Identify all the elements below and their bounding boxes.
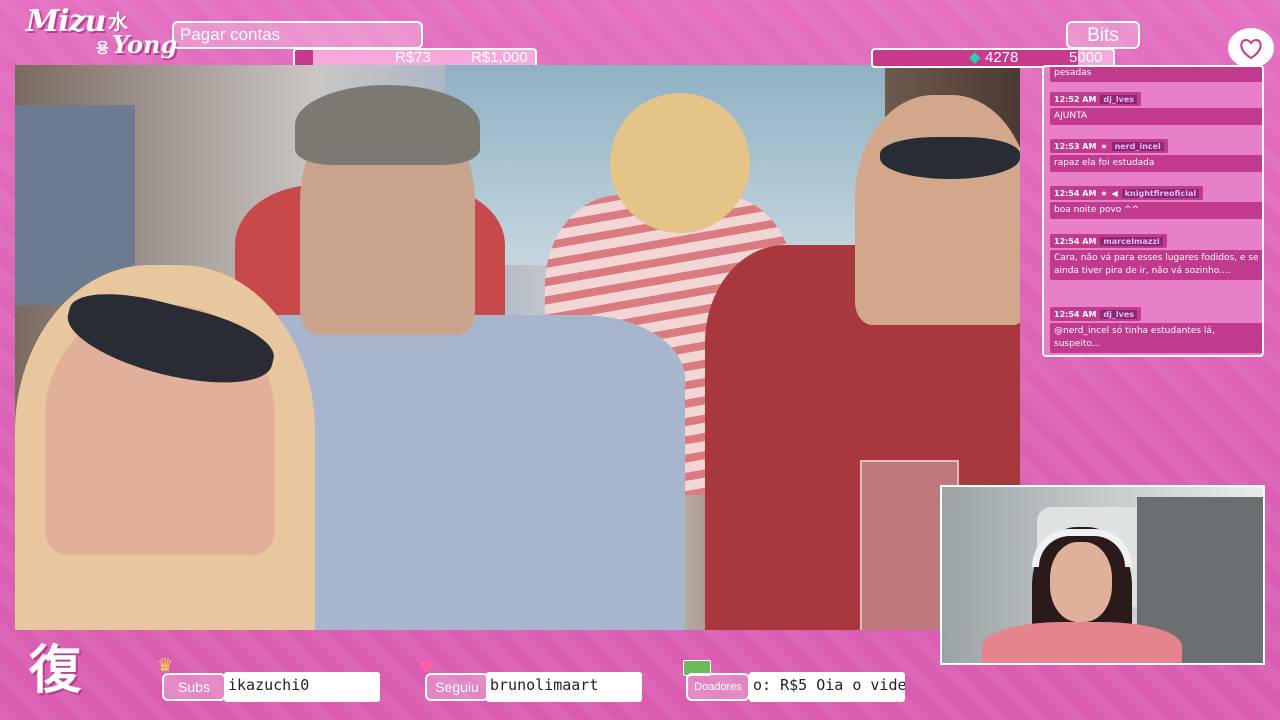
main-video-feed	[15, 65, 1020, 630]
goal-fill-bills	[295, 50, 313, 66]
goal-target-bits: 5000	[1069, 49, 1103, 66]
chat-username[interactable]: knightfireoficial	[1121, 188, 1200, 198]
chat-username[interactable]: nerd_incel	[1111, 141, 1164, 151]
webcam-shirt	[982, 622, 1182, 663]
chat-time: 12:53 AM	[1054, 141, 1097, 151]
logo-name-bottom: Yong	[112, 30, 178, 59]
goal-current-bills: R$73	[395, 49, 431, 66]
latest-donation-value: o: R$5 Oia o video a	[749, 672, 905, 702]
kanji-badge: 復	[28, 641, 81, 701]
goal-current-bits: 4278	[985, 49, 1019, 66]
star-badge-icon: ★	[1100, 141, 1108, 151]
chat-text: @nerd_incel só tinha estudantes lá, susp…	[1050, 323, 1262, 353]
chat-time: 12:54 AM	[1054, 309, 1097, 319]
chat-text: AJUNTA	[1050, 108, 1262, 125]
chat-message: 12:54 AM marcelmazzi Cara, não vá para es…	[1050, 234, 1262, 280]
chat-time: 12:54 AM	[1054, 236, 1097, 246]
heart-chat-icon	[1228, 28, 1274, 68]
chat-username[interactable]: marcelmazzi	[1100, 236, 1163, 246]
follow-label: Seguiu	[425, 673, 489, 701]
chat-time: 12:52 AM	[1054, 94, 1097, 104]
chat-text: rapaz ela foi estudada	[1050, 155, 1262, 172]
logo-korean: 용	[96, 41, 109, 57]
latest-follow-value: brunolimaart	[486, 672, 642, 702]
star-badge-icon: ★	[1100, 188, 1108, 198]
chat-username[interactable]: dj_lves	[1100, 94, 1138, 104]
chat-panel[interactable]: pesadas 12:52 AM dj_lves AJUNTA 12:53 AM ★…	[1042, 65, 1264, 357]
chat-message: 12:53 AM ★ nerd_incel rapaz ela foi estuda…	[1050, 139, 1262, 172]
goal-title-bits: Bits	[1066, 21, 1140, 49]
subs-label: Subs	[162, 673, 226, 701]
channel-logo: Mizu 水 용 Yong	[22, 4, 177, 64]
chat-username[interactable]: dj_lves	[1100, 309, 1138, 319]
speaker-badge-icon: ◀	[1111, 188, 1118, 198]
video-man-hair	[295, 85, 480, 165]
webcam-feed	[940, 485, 1265, 665]
chat-text: Cara, não vá para esses lugares fodidos,…	[1050, 250, 1262, 280]
latest-sub-value: ikazuchi0	[224, 672, 380, 702]
chat-message-fragment: pesadas	[1050, 67, 1262, 82]
chat-message: 12:54 AM dj_lves @nerd_incel só tinha est…	[1050, 307, 1262, 353]
chat-time: 12:54 AM	[1054, 188, 1097, 198]
video-young-man-face	[855, 95, 1020, 325]
bits-gem-icon: ◆	[969, 49, 981, 66]
logo-name-top: Mizu	[26, 4, 106, 39]
goal-title-bills: Pagar contas	[172, 21, 423, 49]
video-young-man-sunglasses	[880, 137, 1020, 179]
chat-text: boa noite povo ^^	[1050, 202, 1262, 219]
goal-target-bills: R$1,000	[471, 49, 528, 66]
chat-message: 12:54 AM ★ ◀ knightfireoficial boa noite po…	[1050, 186, 1262, 219]
donors-label: Doadores	[686, 673, 750, 701]
video-blonde-hair	[610, 93, 750, 233]
chat-message: 12:52 AM dj_lves AJUNTA	[1050, 92, 1262, 125]
